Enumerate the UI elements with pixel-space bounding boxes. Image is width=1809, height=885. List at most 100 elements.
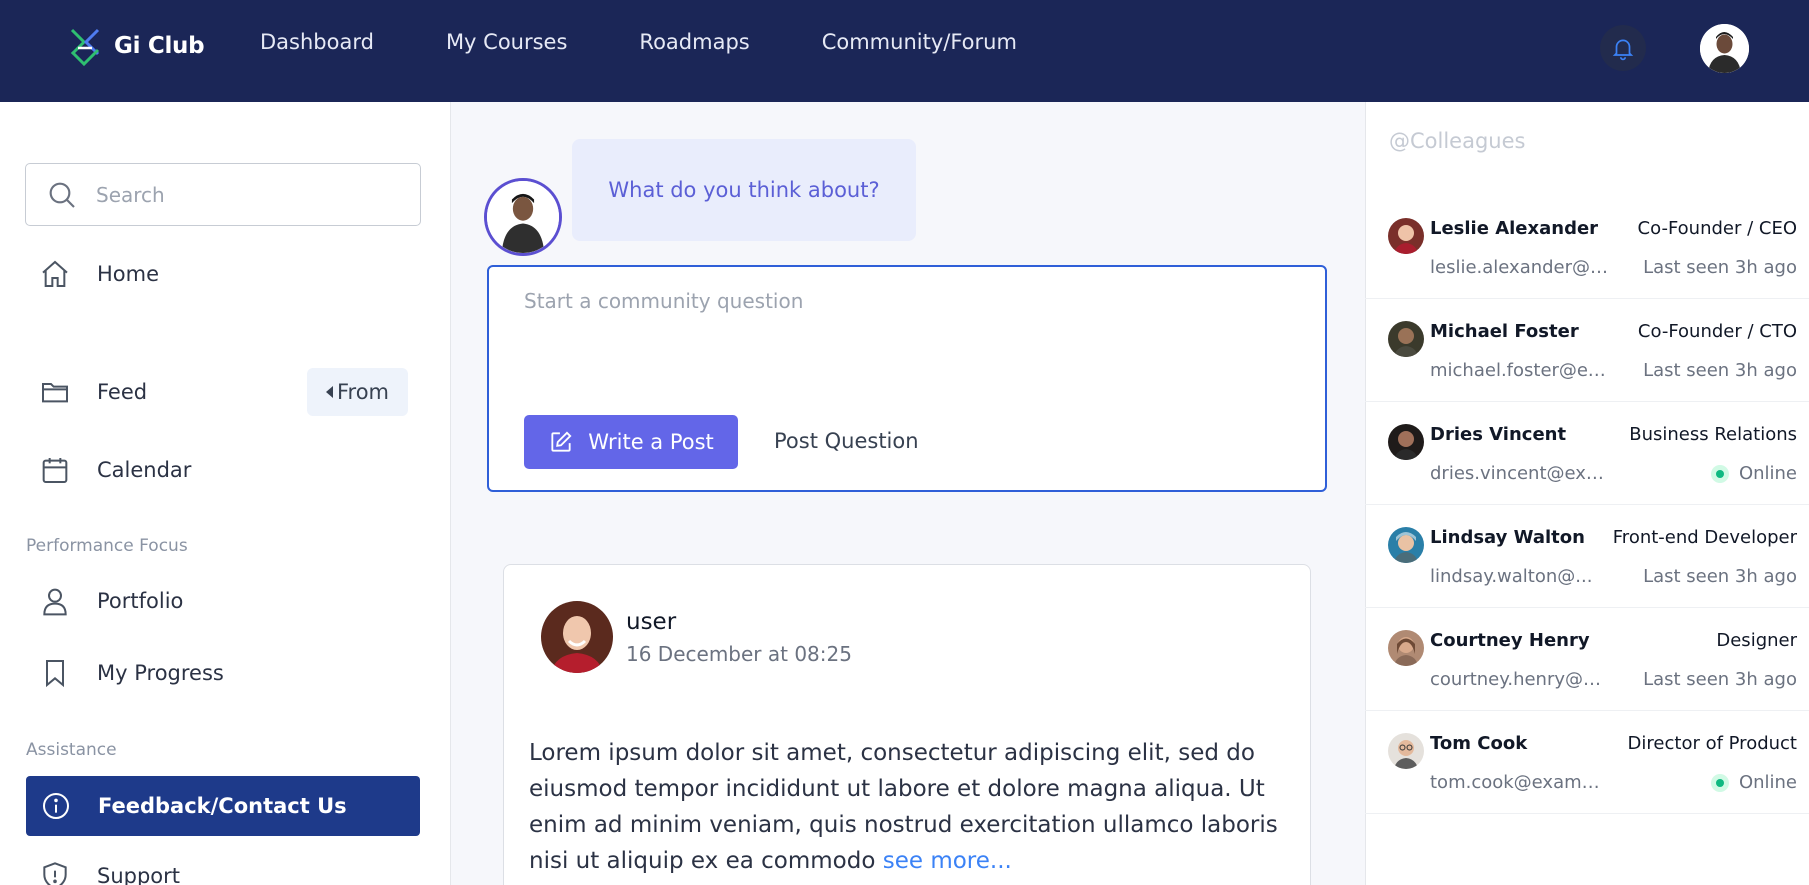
colleague-name: Courtney Henry [1430,630,1590,651]
status-text: Last seen 3h ago [1643,360,1797,381]
status-text: Online [1738,772,1797,793]
colleagues-title: @Colleagues [1389,129,1526,153]
post-timestamp: 16 December at 08:25 [626,642,852,666]
sidebar-item-my-progress[interactable]: My Progress [25,645,420,701]
colleague-row[interactable]: Tom Cook Director of Product tom.cook@ex… [1365,711,1809,814]
sidebar-item-feedback-contact[interactable]: Feedback/Contact Us [26,776,420,836]
home-icon [42,260,68,287]
brand-name: Gi Club [114,33,205,59]
sidebar-item-label: Feed [97,380,148,404]
from-filter-button[interactable]: From [307,368,408,416]
colleague-avatar [1388,630,1424,666]
colleague-status: Last seen 3h ago [1643,566,1797,587]
write-post-button[interactable]: Write a Post [524,415,738,469]
user-avatar[interactable] [1700,24,1749,73]
colleague-avatar [1388,218,1424,254]
colleague-role: Director of Product [1627,733,1797,754]
post-question-button[interactable]: Post Question [774,429,919,453]
sidebar-item-label: Home [97,262,160,286]
left-sidebar: Home Feed Calendar From Performance Focu… [0,102,451,885]
search-input[interactable] [96,182,396,207]
colleague-avatar [1388,424,1424,460]
colleague-avatar [1388,527,1424,563]
colleague-role: Business Relations [1629,424,1797,445]
colleague-row[interactable]: Michael Foster Co-Founder / CTO michael.… [1365,299,1809,402]
post-body: Lorem ipsum dolor sit amet, consectetur … [529,735,1299,879]
post-author-avatar[interactable] [541,601,613,673]
search-field[interactable] [25,163,421,226]
sidebar-item-support[interactable]: Support [25,848,420,885]
colleague-email: tom.cook@exampl... [1430,772,1610,793]
main-nav: Dashboard My Courses Roadmaps Community/… [260,30,1089,54]
colleague-row[interactable]: Dries Vincent Business Relations dries.v… [1365,402,1809,505]
colleague-role: Co-Founder / CEO [1637,218,1797,239]
notifications-button[interactable] [1600,25,1646,71]
shield-alert-icon [43,862,67,885]
colleague-name: Dries Vincent [1430,424,1567,445]
sidebar-item-calendar[interactable]: Calendar [25,442,420,498]
colleague-email: dries.vincent@exa... [1430,463,1610,484]
calendar-icon [42,458,68,483]
user-icon [43,588,67,616]
colleague-role: Front-end Developer [1612,527,1797,548]
colleague-email: courtney.henry@exa... [1430,669,1610,690]
section-assistance: Assistance [26,740,117,760]
nav-community-forum[interactable]: Community/Forum [822,30,1017,54]
info-icon [43,793,69,819]
colleague-role: Co-Founder / CTO [1637,321,1797,342]
nav-my-courses[interactable]: My Courses [446,30,567,54]
colleague-name: Lindsay Walton [1430,527,1585,548]
colleague-email: michael.foster@ex... [1430,360,1610,381]
sidebar-item-portfolio[interactable]: Portfolio [25,573,420,629]
colleague-role: Designer [1716,630,1797,651]
status-text: Last seen 3h ago [1643,257,1797,278]
colleague-status: Online [1710,772,1797,793]
colleague-name: Leslie Alexander [1430,218,1599,239]
nav-roadmaps[interactable]: Roadmaps [639,30,749,54]
section-performance-focus: Performance Focus [26,536,188,556]
bookmark-icon [46,660,64,688]
colleague-row[interactable]: Leslie Alexander Co-Founder / CEO leslie… [1365,196,1809,299]
folder-icon [42,383,68,403]
see-more-link[interactable]: see more... [883,848,1012,874]
sidebar-item-label: My Progress [97,661,224,685]
write-post-label: Write a Post [588,430,714,454]
sidebar-item-label: Feedback/Contact Us [98,794,347,818]
sidebar-item-label: Support [97,864,181,885]
post-author-name[interactable]: user [626,609,676,635]
user-photo [1700,24,1749,73]
colleague-name: Tom Cook [1430,733,1528,754]
colleague-row[interactable]: Courtney Henry Designer courtney.henry@e… [1365,608,1809,711]
gi-club-logo-icon [70,28,100,67]
colleague-status: Last seen 3h ago [1643,360,1797,381]
caret-left-icon [325,386,333,398]
online-indicator-icon [1710,464,1729,483]
nav-dashboard[interactable]: Dashboard [260,30,374,54]
colleague-status: Last seen 3h ago [1643,669,1797,690]
feed-post-card: user 16 December at 08:25 Lorem ipsum do… [503,564,1311,885]
sidebar-item-label: Calendar [97,458,192,482]
status-text: Last seen 3h ago [1643,566,1797,587]
composer-avatar [484,178,562,256]
colleague-email: leslie.alexander@e... [1430,257,1610,278]
colleague-status: Last seen 3h ago [1643,257,1797,278]
bell-icon [1612,39,1634,61]
brand-logo[interactable]: Gi Club [64,24,205,68]
top-navbar: Gi Club Dashboard My Courses Roadmaps Co… [0,0,1809,102]
online-indicator-icon [1710,773,1729,792]
edit-icon [551,431,572,452]
colleague-row[interactable]: Lindsay Walton Front-end Developer linds… [1365,505,1809,608]
composer-prompt-bubble: What do you think about? [572,139,916,241]
user-photo [541,601,613,673]
colleague-name: Michael Foster [1430,321,1579,342]
search-icon [49,182,75,208]
colleague-email: lindsay.walton@... [1430,566,1593,587]
user-photo [487,181,559,253]
sidebar-item-label: Portfolio [97,589,184,613]
status-text: Last seen 3h ago [1643,669,1797,690]
status-text: Online [1738,463,1797,484]
question-composer: Write a Post Post Question [487,265,1327,492]
community-question-input[interactable] [524,289,1284,349]
colleague-status: Online [1710,463,1797,484]
sidebar-item-home[interactable]: Home [25,246,420,302]
